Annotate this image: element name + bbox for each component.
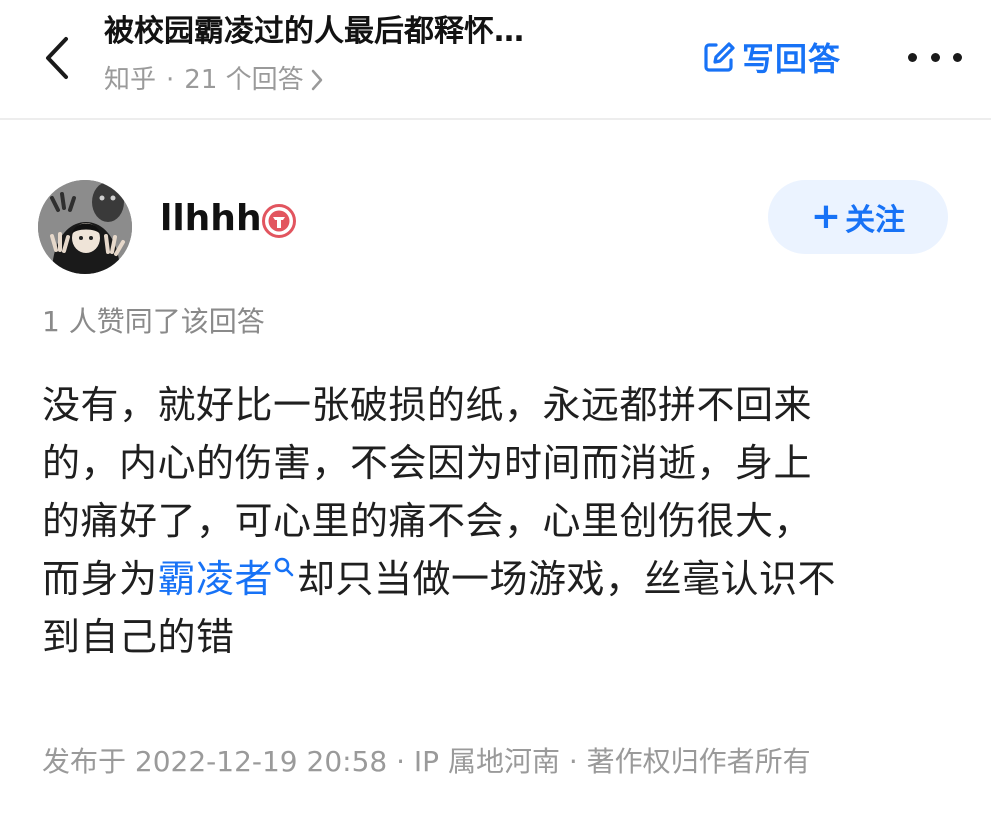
chevron-right-icon [310,68,324,92]
answer-line: 的痛好了，可心里的痛不会，心里创伤很大， [42,499,813,543]
answer-count[interactable]: 21 个回答 [184,62,303,98]
answer-line: 到自己的错 [42,615,235,659]
more-options-button[interactable] [908,42,962,72]
votes-text: 1 人赞同了该回答 [42,305,265,338]
follow-button[interactable]: + 关注 [768,180,948,254]
answer-text-post: 却只当做一场游戏，丝毫认识不 [297,557,837,601]
search-icon [274,558,294,577]
more-dots-icon [908,52,917,62]
avatar[interactable] [38,180,132,274]
chevron-left-icon [46,37,68,79]
write-answer-label: 写回答 [742,40,842,78]
answer-line: 没有，就好比一张破损的纸，永远都拼不回来 [42,383,813,427]
meta-separator: · [166,65,175,95]
answer-content: 没有，就好比一张破损的纸，永远都拼不回来 的，内心的伤害，不会因为时间而消逝，身… [42,376,962,666]
question-meta[interactable]: 知乎 · 21 个回答 [104,62,664,98]
source-label: 知乎 [104,65,157,95]
keyword-link-label: 霸凌者 [157,557,274,601]
edit-icon [704,42,735,72]
answer-line-with-link: 而身为霸凌者 却只当做一场游戏，丝毫认识不 [42,550,962,608]
back-button[interactable] [34,30,80,86]
author-name[interactable]: llhhh [160,196,262,242]
follow-label: 关注 [845,203,906,238]
follow-plus-icon: + [810,196,842,237]
question-header[interactable]: 被校园霸凌过的人最后都释怀… 知乎 · 21 个回答 [104,10,664,98]
publish-info: 发布于 2022-12-19 20:58 · IP 属地河南 · 著作权归作者所… [42,745,811,778]
answer-page: 被校园霸凌过的人最后都释怀… 知乎 · 21 个回答 写回答 llhhh + 关… [0,0,991,818]
answer-line: 的，内心的伤害，不会因为时间而消逝，身上 [42,441,813,485]
member-badge-icon[interactable] [262,204,296,238]
question-title[interactable]: 被校园霸凌过的人最后都释怀… [104,10,664,54]
keyword-link[interactable]: 霸凌者 [158,557,298,601]
answer-text-pre: 而身为 [42,557,158,601]
write-answer-button[interactable]: 写回答 [702,34,841,80]
top-bar: 被校园霸凌过的人最后都释怀… 知乎 · 21 个回答 写回答 [0,0,991,120]
